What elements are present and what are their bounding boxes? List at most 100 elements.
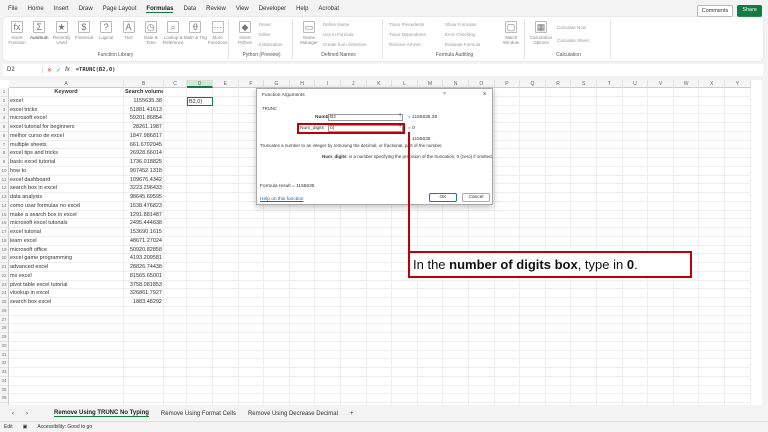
menu-tab-home[interactable]: Home: [28, 6, 44, 12]
cell-K27[interactable]: [367, 316, 393, 325]
cell-T8[interactable]: [597, 149, 623, 158]
cell-P25[interactable]: [495, 298, 521, 307]
ok-button[interactable]: OK: [429, 193, 457, 202]
cell-K30[interactable]: [367, 342, 393, 351]
cell-P9[interactable]: [495, 158, 521, 167]
cell-I20[interactable]: [315, 254, 341, 263]
row-header[interactable]: 11: [0, 176, 9, 185]
cell-Y27[interactable]: [725, 316, 751, 325]
cell-N17[interactable]: [443, 228, 469, 237]
cell-P32[interactable]: [495, 359, 521, 368]
close-button[interactable]: X: [483, 92, 486, 97]
cell-W11[interactable]: [674, 176, 700, 185]
cell-O32[interactable]: [469, 359, 495, 368]
cell-D29[interactable]: [187, 333, 213, 342]
cell-U12[interactable]: [623, 184, 649, 193]
cell-O31[interactable]: [469, 351, 495, 360]
cell-P14[interactable]: [495, 202, 521, 211]
cell-Q36[interactable]: [520, 394, 546, 403]
cell-W36[interactable]: [674, 394, 700, 403]
cell-J37[interactable]: [341, 403, 367, 405]
cell-V31[interactable]: [648, 351, 674, 360]
cell-A12[interactable]: search box in excel: [9, 184, 124, 193]
cell-U34[interactable]: [623, 377, 649, 386]
cell-B22[interactable]: 81565.65001: [124, 272, 164, 281]
cell-K31[interactable]: [367, 351, 393, 360]
cell-G18[interactable]: [264, 237, 290, 246]
cell-P28[interactable]: [495, 324, 521, 333]
cell-V18[interactable]: [648, 237, 674, 246]
cell-Q4[interactable]: [520, 114, 546, 123]
cell-Q25[interactable]: [520, 298, 546, 307]
cell-C11[interactable]: [164, 176, 187, 185]
row-header[interactable]: 31: [0, 351, 9, 360]
column-header-R[interactable]: R: [546, 80, 572, 88]
cell-E33[interactable]: [213, 368, 239, 377]
cell-A24[interactable]: vlookup in excel: [9, 289, 124, 298]
cell-J35[interactable]: [341, 386, 367, 395]
column-header-M[interactable]: M: [418, 80, 444, 88]
sheet-tab-trunc[interactable]: Remove Using TRUNC No Typing: [54, 410, 149, 417]
cell-B24[interactable]: 326861.7927: [124, 289, 164, 298]
cell-I34[interactable]: [315, 377, 341, 386]
cell-D19[interactable]: [187, 246, 213, 255]
cell-W3[interactable]: [674, 106, 700, 115]
cell-K36[interactable]: [367, 394, 393, 403]
cell-V10[interactable]: [648, 167, 674, 176]
cell-G21[interactable]: [264, 263, 290, 272]
cell-U6[interactable]: [623, 132, 649, 141]
cell-L17[interactable]: [392, 228, 418, 237]
cell-R16[interactable]: [546, 219, 572, 228]
cell-P17[interactable]: [495, 228, 521, 237]
cell-K33[interactable]: [367, 368, 393, 377]
cell-P29[interactable]: [495, 333, 521, 342]
cell-U11[interactable]: [623, 176, 649, 185]
cell-Q11[interactable]: [520, 176, 546, 185]
cell-R3[interactable]: [546, 106, 572, 115]
cell-R31[interactable]: [546, 351, 572, 360]
cell-P13[interactable]: [495, 193, 521, 202]
cell-T36[interactable]: [597, 394, 623, 403]
cell-O30[interactable]: [469, 342, 495, 351]
cell-P15[interactable]: [495, 211, 521, 220]
cell-F32[interactable]: [239, 359, 265, 368]
cell-L34[interactable]: [392, 377, 418, 386]
cell-M25[interactable]: [418, 298, 444, 307]
cell-U25[interactable]: [623, 298, 649, 307]
math-trig-button[interactable]: θMath & Trig: [183, 21, 207, 40]
cell-O16[interactable]: [469, 219, 495, 228]
cell-O36[interactable]: [469, 394, 495, 403]
cell-A35[interactable]: [9, 386, 124, 395]
cell-J27[interactable]: [341, 316, 367, 325]
cell-A33[interactable]: [9, 368, 124, 377]
cell-Q2[interactable]: [520, 97, 546, 106]
cell-X12[interactable]: [699, 184, 725, 193]
name-manager-button[interactable]: ▭Name Manager: [297, 21, 321, 45]
cell-K15[interactable]: [367, 211, 393, 220]
cell-V30[interactable]: [648, 342, 674, 351]
cell-G33[interactable]: [264, 368, 290, 377]
cell-E15[interactable]: [213, 211, 239, 220]
cell-W26[interactable]: [674, 307, 700, 316]
row-header[interactable]: 36: [0, 394, 9, 403]
cell-B33[interactable]: [124, 368, 164, 377]
cell-E34[interactable]: [213, 377, 239, 386]
cell-V25[interactable]: [648, 298, 674, 307]
cell-U3[interactable]: [623, 106, 649, 115]
cell-C5[interactable]: [164, 123, 187, 132]
collapse-icon[interactable]: ⇡: [398, 114, 402, 119]
cell-X19[interactable]: [699, 246, 725, 255]
cell-D23[interactable]: [187, 281, 213, 290]
cell-N30[interactable]: [443, 342, 469, 351]
cell-V15[interactable]: [648, 211, 674, 220]
cell-L35[interactable]: [392, 386, 418, 395]
cell-N29[interactable]: [443, 333, 469, 342]
cell-Q16[interactable]: [520, 219, 546, 228]
menu-tab-acrobat[interactable]: Acrobat: [318, 6, 339, 12]
cell-M24[interactable]: [418, 289, 444, 298]
cell-N31[interactable]: [443, 351, 469, 360]
cell-J36[interactable]: [341, 394, 367, 403]
cell-X24[interactable]: [699, 289, 725, 298]
cell-V7[interactable]: [648, 141, 674, 150]
cell-A4[interactable]: microsoft excel: [9, 114, 124, 123]
